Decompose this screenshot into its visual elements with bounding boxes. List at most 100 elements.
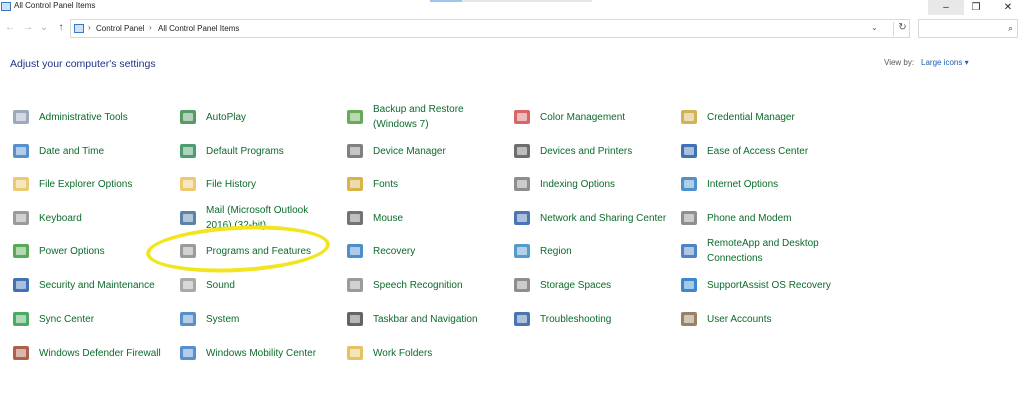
default-programs-icon (177, 140, 199, 162)
control-panel-item[interactable]: Internet Options (678, 170, 835, 198)
item-label[interactable]: System (206, 312, 334, 327)
control-panel-item[interactable]: Color Management (511, 103, 668, 131)
item-label[interactable]: Troubleshooting (540, 312, 668, 327)
maximize-button[interactable]: ❐ (958, 0, 994, 15)
work-folders-icon (344, 342, 366, 364)
control-panel-item[interactable]: Troubleshooting (511, 305, 668, 333)
recent-locations-button[interactable]: ⌄ (38, 22, 50, 33)
breadcrumb-control-panel[interactable]: Control Panel (96, 24, 144, 33)
item-label[interactable]: Indexing Options (540, 177, 668, 192)
control-panel-item[interactable]: Storage Spaces (511, 271, 668, 299)
file-history-icon (177, 173, 199, 195)
search-icon: ⌕ (1007, 23, 1013, 33)
globe-icon (678, 173, 700, 195)
item-label[interactable]: Ease of Access Center (707, 144, 835, 159)
item-label[interactable]: Date and Time (39, 144, 167, 159)
item-label[interactable]: Fonts (373, 177, 501, 192)
control-panel-item[interactable]: Indexing Options (511, 170, 668, 198)
control-panel-item[interactable]: Devices and Printers (511, 137, 668, 165)
item-label[interactable]: File History (206, 177, 334, 192)
item-label[interactable]: Default Programs (206, 144, 334, 159)
control-panel-item[interactable]: Network and Sharing Center (511, 204, 668, 232)
item-label[interactable]: Taskbar and Navigation (373, 312, 501, 327)
up-button[interactable]: ↑ (55, 22, 67, 33)
control-panel-item[interactable]: File Explorer Options (10, 170, 167, 198)
item-label[interactable]: Device Manager (373, 144, 501, 159)
item-label[interactable]: Region (540, 244, 668, 259)
item-label[interactable]: User Accounts (707, 312, 835, 327)
item-label[interactable]: Sound (206, 278, 334, 293)
refresh-button[interactable]: ↻ (893, 22, 911, 36)
item-label[interactable]: Mouse (373, 211, 501, 226)
control-panel-item[interactable]: Security and Maintenance (10, 271, 167, 299)
title-bar: All Control Panel Items – ❐ ✕ (0, 0, 1024, 15)
forward-button[interactable]: → (22, 22, 34, 33)
control-panel-item[interactable]: User Accounts (678, 305, 835, 333)
item-label[interactable]: Windows Mobility Center (206, 346, 334, 361)
control-panel-item[interactable]: Sync Center (10, 305, 167, 333)
control-panel-item[interactable]: Phone and Modem (678, 204, 835, 232)
control-panel-item[interactable]: RemoteApp and Desktop Connections (678, 237, 835, 265)
close-button[interactable]: ✕ (990, 0, 1024, 15)
control-panel-item[interactable]: Backup and Restore (Windows 7) (344, 103, 501, 131)
item-label[interactable]: RemoteApp and Desktop Connections (707, 236, 835, 266)
control-panel-item[interactable]: Mouse (344, 204, 501, 232)
control-panel-item[interactable]: Date and Time (10, 137, 167, 165)
control-panel-item[interactable]: System (177, 305, 334, 333)
control-panel-item[interactable]: Credential Manager (678, 103, 835, 131)
item-label[interactable]: Speech Recognition (373, 278, 501, 293)
item-label[interactable]: Network and Sharing Center (540, 211, 668, 226)
control-panel-item[interactable]: Speech Recognition (344, 271, 501, 299)
item-label[interactable]: Credential Manager (707, 110, 835, 125)
item-label[interactable]: Phone and Modem (707, 211, 835, 226)
control-panel-item[interactable]: Work Folders (344, 339, 501, 367)
search-input[interactable]: ⌕ (918, 19, 1018, 38)
item-label[interactable]: Devices and Printers (540, 144, 668, 159)
breadcrumb-separator[interactable]: › (149, 23, 152, 32)
calendar-clock-icon (10, 140, 32, 162)
control-panel-item[interactable]: Ease of Access Center (678, 137, 835, 165)
item-label[interactable]: Work Folders (373, 346, 501, 361)
item-label[interactable]: File Explorer Options (39, 177, 167, 192)
highlight-annotation (144, 221, 332, 277)
control-panel-item[interactable]: Recovery (344, 237, 501, 265)
control-panel-item[interactable]: Windows Mobility Center (177, 339, 334, 367)
control-panel-item[interactable]: Device Manager (344, 137, 501, 165)
control-panel-item[interactable]: Keyboard (10, 204, 167, 232)
item-label[interactable]: Windows Defender Firewall (39, 346, 167, 361)
item-label[interactable]: Security and Maintenance (39, 278, 167, 293)
item-label[interactable]: SupportAssist OS Recovery (707, 278, 835, 293)
breadcrumb-all-items[interactable]: All Control Panel Items (158, 24, 239, 33)
users-icon (678, 308, 700, 330)
control-panel-item[interactable]: Fonts (344, 170, 501, 198)
control-panel-item[interactable]: Windows Defender Firewall (10, 339, 167, 367)
item-label[interactable]: AutoPlay (206, 110, 334, 125)
back-button[interactable]: ← (4, 22, 16, 33)
item-label[interactable]: Internet Options (707, 177, 835, 192)
address-dropdown-icon[interactable]: ⌄ (871, 23, 878, 32)
item-label[interactable]: Sync Center (39, 312, 167, 327)
item-label[interactable]: Recovery (373, 244, 501, 259)
control-panel-item[interactable]: Default Programs (177, 137, 334, 165)
breadcrumb-separator[interactable]: › (88, 23, 91, 32)
title-accent (430, 0, 462, 2)
view-by-label: View by: (884, 58, 915, 67)
address-bar[interactable]: › Control Panel › All Control Panel Item… (70, 19, 910, 38)
view-by-dropdown[interactable]: Large icons ▾ (921, 58, 969, 67)
item-label[interactable]: Storage Spaces (540, 278, 668, 293)
item-label[interactable]: Keyboard (39, 211, 167, 226)
item-label[interactable]: Administrative Tools (39, 110, 167, 125)
control-panel-item[interactable]: Administrative Tools (10, 103, 167, 131)
control-panel-item[interactable]: Sound (177, 271, 334, 299)
item-label[interactable]: Backup and Restore (Windows 7) (373, 102, 501, 132)
control-panel-item[interactable]: File History (177, 170, 334, 198)
control-panel-item[interactable]: AutoPlay (177, 103, 334, 131)
control-panel-item[interactable]: Region (511, 237, 668, 265)
control-panel-item[interactable]: Power Options (10, 237, 167, 265)
speaker-icon (177, 274, 199, 296)
control-panel-item[interactable]: SupportAssist OS Recovery (678, 271, 835, 299)
control-panel-item[interactable]: Taskbar and Navigation (344, 305, 501, 333)
troubleshoot-icon (511, 308, 533, 330)
folder-options-icon (10, 173, 32, 195)
item-label[interactable]: Color Management (540, 110, 668, 125)
